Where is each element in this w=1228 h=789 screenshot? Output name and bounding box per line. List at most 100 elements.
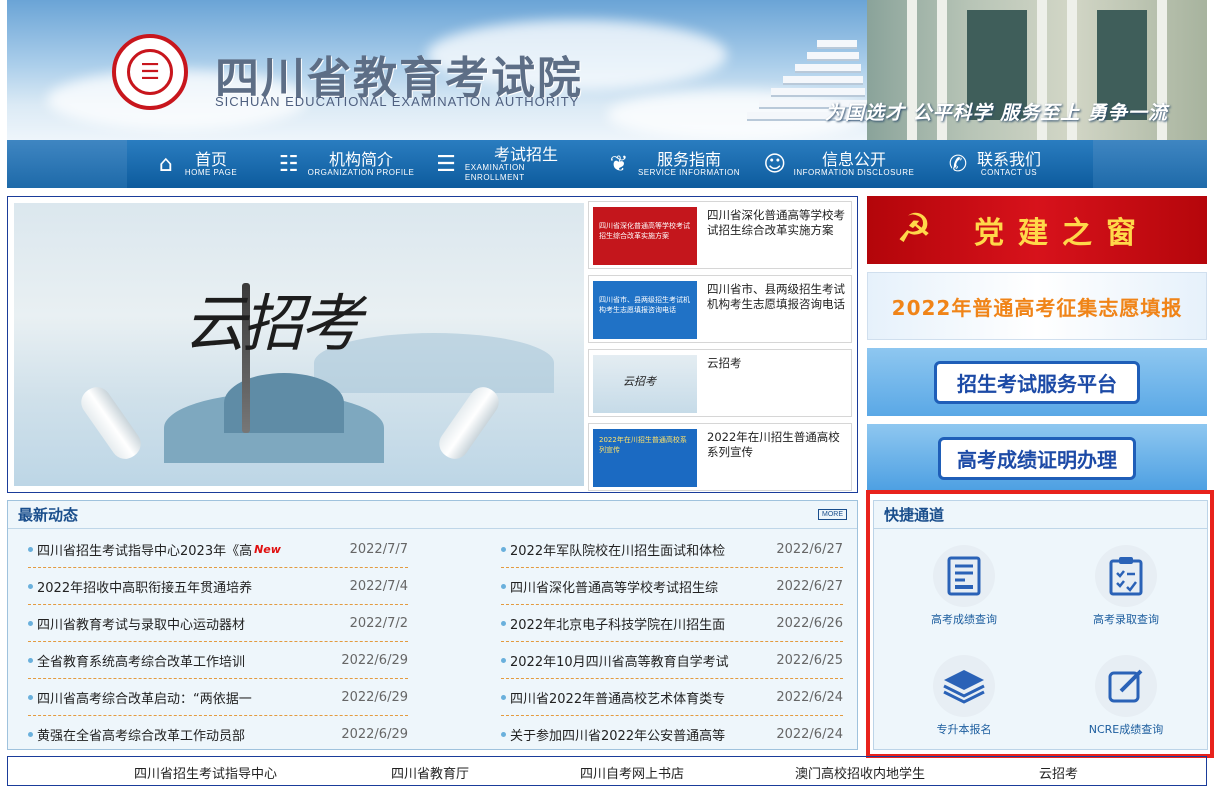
bullet-icon	[28, 732, 33, 737]
news-date: 2022/6/26	[776, 615, 843, 631]
nav-organization[interactable]: ☷ 机构简介 ORGANIZATION PROFILE	[263, 140, 427, 188]
friendly-link[interactable]: 四川省招生考试指导中心	[134, 763, 277, 782]
nav-sublabel: ORGANIZATION PROFILE	[307, 167, 415, 177]
handshake-icon: ❦	[609, 151, 629, 177]
nav-sublabel: SERVICE INFORMATION	[637, 167, 741, 177]
volunteer-banner[interactable]: 2022年普通高考征集志愿填报	[867, 272, 1207, 340]
bullet-icon	[501, 657, 506, 663]
site-slogan: 为国选才 公平科学 服务至上 勇争一流	[825, 102, 1168, 124]
scroll-left-decoration	[75, 381, 147, 465]
banner-label: 2022年普通高考征集志愿填报	[891, 295, 1183, 320]
featured-card[interactable]: 四川省深化普通高等学校考试招生综合改革实施方案 四川省深化普通高等学校考试招生综…	[588, 201, 852, 269]
news-list-left: 四川省招生考试指导中心2023年《高 New 2022/7/7 2022年招收中高职…	[28, 531, 408, 753]
quick-upgrade-registration[interactable]: 专升本报名	[899, 655, 1029, 737]
featured-card[interactable]: 2022年在川招生普通高校系列宣传 2022年在川招生普通高校系列宣传	[588, 423, 852, 491]
news-item[interactable]: 2022年军队院校在川招生面试和体检 2022/6/27	[501, 531, 843, 568]
certificate-banner[interactable]: 高考成绩证明办理	[867, 424, 1207, 492]
nav-sublabel: HOME PAGE	[184, 167, 238, 177]
news-item[interactable]: 四川省2022年普通高校艺术体育类专 2022/6/24	[501, 679, 843, 716]
card-thumbnail: 2022年在川招生普通高校系列宣传	[593, 429, 697, 487]
bullet-icon	[501, 546, 506, 552]
card-title: 四川省市、县两级招生考试机构考生志愿填报咨询电话	[707, 282, 845, 311]
news-item[interactable]: 全省教育系统高考综合改革工作培训 2022/6/29	[28, 642, 408, 679]
quick-score-query[interactable]: 高考成绩查询	[899, 545, 1029, 627]
news-date: 2022/6/27	[776, 578, 843, 594]
nav-enrollment[interactable]: ☰ 考试招生 EXAMINATION ENROLLMENT	[427, 140, 593, 188]
score-report-icon	[933, 545, 995, 607]
more-link[interactable]: MORE	[818, 509, 847, 520]
banner-label: 招生考试服务平台	[934, 360, 1140, 404]
nav-sublabel: EXAMINATION ENROLLMENT	[464, 162, 525, 182]
edit-icon	[1095, 655, 1157, 717]
news-date: 2022/6/24	[776, 689, 843, 705]
news-item[interactable]: 2022年10月四川省高等教育自学考试 2022/6/25	[501, 642, 843, 679]
news-date: 2022/6/29	[341, 727, 408, 742]
quick-access: 快捷通道 高考成绩查询 高考录取查询 专升本报名 NCRE成绩查询	[873, 500, 1208, 750]
layers-icon	[933, 655, 995, 717]
news-date: 2022/7/7	[349, 541, 408, 557]
bullet-icon	[28, 657, 33, 663]
site-logo[interactable]: ☰	[112, 34, 188, 110]
friendly-link[interactable]: 四川省教育厅	[391, 763, 469, 782]
quick-label: 高考录取查询	[1093, 613, 1159, 626]
bullet-icon	[28, 583, 33, 589]
nav-contact[interactable]: ✆ 联系我们 CONTACT US	[923, 140, 1063, 188]
card-title: 2022年在川招生普通高校系列宣传	[707, 430, 840, 459]
new-badge: New	[254, 542, 281, 556]
friendly-link[interactable]: 云招考	[1039, 763, 1078, 782]
card-title: 云招考	[707, 356, 742, 370]
friendly-link[interactable]: 澳门高校招收内地学生	[795, 763, 925, 782]
quick-label: 高考成绩查询	[931, 613, 997, 626]
featured-card[interactable]: 云招考 云招考	[588, 349, 852, 417]
news-list-right: 2022年军队院校在川招生面试和体检 2022/6/27 四川省深化普通高等学校考…	[501, 531, 843, 753]
nav-label: 联系我们	[976, 149, 1041, 169]
latest-news: 最新动态 MORE 四川省招生考试指导中心2023年《高 New 2022/7/7 …	[7, 500, 858, 750]
news-title: 2022年招收中高职衔接五年贯通培养	[37, 580, 253, 596]
news-title: 2022年军队院校在川招生面试和体检	[510, 543, 726, 559]
news-title: 四川省高考综合改革启动：“两依据一	[37, 691, 252, 707]
site-subtitle: SICHUAN EDUCATIONAL EXAMINATION AUTHORIT…	[215, 94, 580, 109]
news-date: 2022/6/29	[341, 689, 408, 705]
logo-emblem-icon: ☰	[127, 49, 173, 95]
friendly-link[interactable]: 四川自考网上书店	[580, 763, 684, 782]
scroll-right-decoration	[433, 381, 505, 465]
news-item[interactable]: 2022年北京电子科技学院在川招生面 2022/6/26	[501, 605, 843, 642]
nav-sublabel: CONTACT US	[980, 167, 1038, 177]
quick-access-highlight: 快捷通道 高考成绩查询 高考录取查询 专升本报名 NCRE成绩查询	[866, 490, 1214, 758]
main-nav: ⌂ 首页 HOME PAGE ☷ 机构简介 ORGANIZATION PROFILE…	[7, 140, 1207, 188]
contact-icon: ✆	[948, 151, 968, 177]
news-date: 2022/6/24	[776, 727, 843, 742]
news-title: 2022年北京电子科技学院在川招生面	[510, 617, 726, 633]
service-platform-banner[interactable]: 招生考试服务平台	[867, 348, 1207, 416]
org-chart-icon: ☷	[278, 151, 299, 177]
home-icon: ⌂	[158, 151, 173, 177]
news-item[interactable]: 2022年招收中高职衔接五年贯通培养 2022/7/4	[28, 568, 408, 605]
featured-card[interactable]: 四川省市、县两级招生考试机构考生志愿填报咨询电话 四川省市、县两级招生考试机构考…	[588, 275, 852, 343]
nav-home[interactable]: ⌂ 首页 HOME PAGE	[127, 140, 263, 188]
nav-service[interactable]: ❦ 服务指南 SERVICE INFORMATION	[593, 140, 753, 188]
nav-label: 考试招生	[493, 144, 558, 164]
bullet-icon	[501, 694, 506, 700]
news-item[interactable]: 黄强在全省高考综合改革工作动员部 2022/6/29	[28, 716, 408, 753]
nav-label: 信息公开	[821, 149, 886, 169]
news-item[interactable]: 四川省招生考试指导中心2023年《高 New 2022/7/7	[28, 531, 408, 568]
quick-label: NCRE成绩查询	[1088, 723, 1164, 736]
card-thumbnail: 四川省市、县两级招生考试机构考生志愿填报咨询电话	[593, 281, 697, 339]
news-date: 2022/6/29	[341, 652, 408, 668]
party-building-banner[interactable]: ☭ 党建之窗	[867, 196, 1207, 264]
news-item[interactable]: 四川省深化普通高等学校考试招生综 2022/6/27	[501, 568, 843, 605]
quick-admission-query[interactable]: 高考录取查询	[1061, 545, 1191, 627]
news-item[interactable]: 四川省教育考试与录取中心运动器材 2022/7/2	[28, 605, 408, 642]
news-date: 2022/6/25	[776, 652, 843, 668]
nav-disclosure[interactable]: ☺ 信息公开 INFORMATION DISCLOSURE	[753, 140, 923, 188]
hero-title: 云招考	[184, 287, 362, 360]
news-item[interactable]: 关于参加四川省2022年公安普通高等 2022/6/24	[501, 716, 843, 753]
header-banner: ☰ 四川省教育考试院 SICHUAN EDUCATIONAL EXAMINATI…	[7, 0, 1207, 140]
news-item[interactable]: 四川省高考综合改革启动：“两依据一 2022/6/29	[28, 679, 408, 716]
nav-label: 首页	[194, 149, 227, 169]
hero-slide[interactable]: 云招考	[14, 203, 584, 486]
quick-ncre-query[interactable]: NCRE成绩查询	[1061, 655, 1191, 737]
bullet-icon	[501, 620, 506, 626]
bullet-icon	[28, 620, 33, 626]
clipboard-check-icon	[1095, 545, 1157, 607]
